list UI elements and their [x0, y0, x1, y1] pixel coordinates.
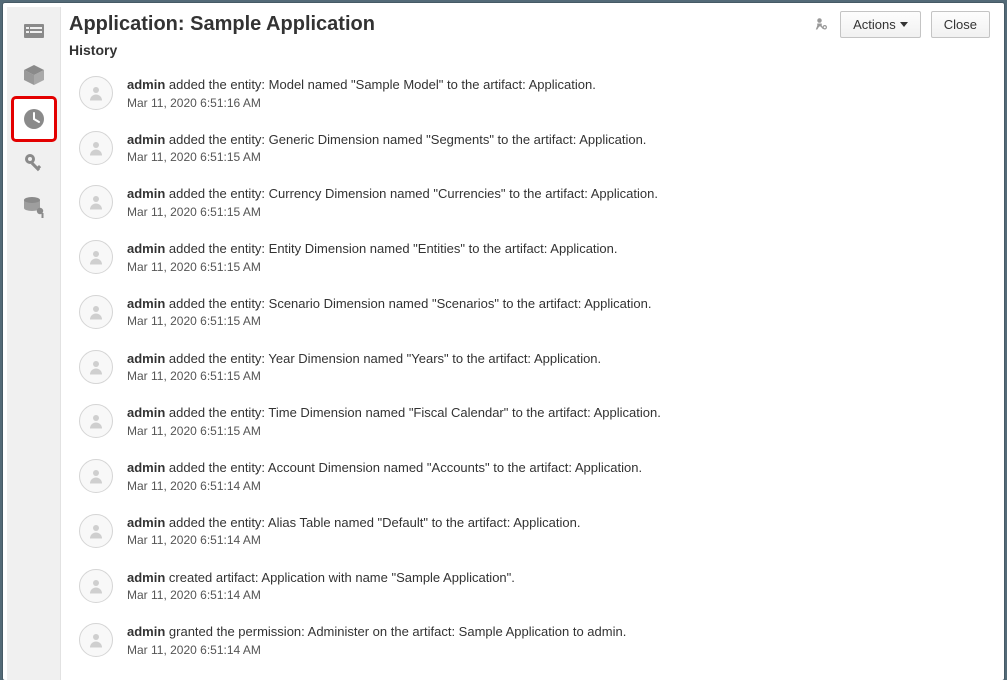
sidebar-item-properties[interactable] [14, 11, 54, 51]
history-entry-text: admin added the entity: Time Dimension n… [127, 404, 661, 439]
history-timestamp: Mar 11, 2020 6:51:15 AM [127, 368, 601, 384]
clock-icon [22, 107, 46, 131]
avatar [79, 569, 113, 603]
avatar [79, 404, 113, 438]
history-entry: admin added the entity: Account Dimensio… [71, 451, 992, 506]
history-entry-text: admin added the entity: Model named "Sam… [127, 76, 596, 111]
accessibility-icon[interactable] [812, 16, 830, 34]
history-message: admin added the entity: Account Dimensio… [127, 459, 642, 477]
close-button-label: Close [944, 17, 977, 32]
close-button[interactable]: Close [931, 11, 990, 38]
history-entry: admin created artifact: Application with… [71, 561, 992, 616]
history-timestamp: Mar 11, 2020 6:51:14 AM [127, 478, 642, 494]
chevron-down-icon [900, 22, 908, 27]
history-entry-text: admin added the entity: Generic Dimensio… [127, 131, 646, 166]
sidebar-item-data-grants[interactable] [14, 187, 54, 227]
history-message: admin added the entity: Generic Dimensio… [127, 131, 646, 149]
avatar [79, 185, 113, 219]
history-entry: admin added the entity: Alias Table name… [71, 506, 992, 561]
avatar [79, 514, 113, 548]
history-entry: admin added the entity: Generic Dimensio… [71, 123, 992, 178]
avatar [79, 240, 113, 274]
history-timestamp: Mar 11, 2020 6:51:15 AM [127, 149, 646, 165]
history-timestamp: Mar 11, 2020 6:51:15 AM [127, 204, 658, 220]
history-message: admin added the entity: Currency Dimensi… [127, 185, 658, 203]
history-message: admin added the entity: Year Dimension n… [127, 350, 601, 368]
page-title: Application: Sample Application [69, 13, 375, 36]
history-message: admin added the entity: Model named "Sam… [127, 76, 596, 94]
avatar [79, 295, 113, 329]
history-timestamp: Mar 11, 2020 6:51:15 AM [127, 313, 651, 329]
history-message: admin added the entity: Entity Dimension… [127, 240, 618, 258]
history-message: admin granted the permission: Administer… [127, 623, 626, 641]
history-timestamp: Mar 11, 2020 6:51:15 AM [127, 423, 661, 439]
cube-icon [22, 63, 46, 87]
avatar [79, 131, 113, 165]
actions-button[interactable]: Actions [840, 11, 921, 38]
history-timestamp: Mar 11, 2020 6:51:16 AM [127, 95, 596, 111]
history-entry: admin added the entity: Time Dimension n… [71, 396, 992, 451]
history-entry-text: admin granted the permission: Administer… [127, 623, 626, 658]
sidebar-item-history[interactable] [14, 99, 54, 139]
history-entry-text: admin added the entity: Entity Dimension… [127, 240, 618, 275]
section-heading: History [3, 42, 1004, 64]
header: Application: Sample Application Actions … [3, 3, 1004, 42]
history-entry: admin added the entity: Entity Dimension… [71, 232, 992, 287]
db-key-icon [22, 195, 46, 219]
history-timestamp: Mar 11, 2020 6:51:14 AM [127, 587, 515, 603]
history-timestamp: Mar 11, 2020 6:51:14 AM [127, 642, 626, 658]
header-actions: Actions Close [812, 11, 990, 38]
history-entry: admin granted the permission: Administer… [71, 615, 992, 670]
list-icon [22, 19, 46, 43]
history-entry-text: admin added the entity: Currency Dimensi… [127, 185, 658, 220]
actions-button-label: Actions [853, 17, 896, 32]
history-entry: admin added the entity: Year Dimension n… [71, 342, 992, 397]
avatar [79, 76, 113, 110]
history-message: admin created artifact: Application with… [127, 569, 515, 587]
history-entry-text: admin added the entity: Account Dimensio… [127, 459, 642, 494]
history-timestamp: Mar 11, 2020 6:51:15 AM [127, 259, 618, 275]
sidebar-item-permissions[interactable] [14, 143, 54, 183]
history-entry-text: admin added the entity: Scenario Dimensi… [127, 295, 651, 330]
key-icon [22, 151, 46, 175]
history-entry: admin added the entity: Scenario Dimensi… [71, 287, 992, 342]
history-entry-text: admin added the entity: Alias Table name… [127, 514, 580, 549]
history-message: admin added the entity: Alias Table name… [127, 514, 580, 532]
avatar [79, 459, 113, 493]
avatar [79, 350, 113, 384]
history-timestamp: Mar 11, 2020 6:51:14 AM [127, 532, 580, 548]
history-message: admin added the entity: Time Dimension n… [127, 404, 661, 422]
history-entry-text: admin added the entity: Year Dimension n… [127, 350, 601, 385]
history-list: admin added the entity: Model named "Sam… [61, 64, 1004, 680]
sidebar [7, 7, 61, 680]
history-entry-text: admin created artifact: Application with… [127, 569, 515, 604]
history-entry: admin added the entity: Model named "Sam… [71, 68, 992, 123]
history-message: admin added the entity: Scenario Dimensi… [127, 295, 651, 313]
sidebar-item-model[interactable] [14, 55, 54, 95]
history-entry: admin added the entity: Currency Dimensi… [71, 177, 992, 232]
avatar [79, 623, 113, 657]
